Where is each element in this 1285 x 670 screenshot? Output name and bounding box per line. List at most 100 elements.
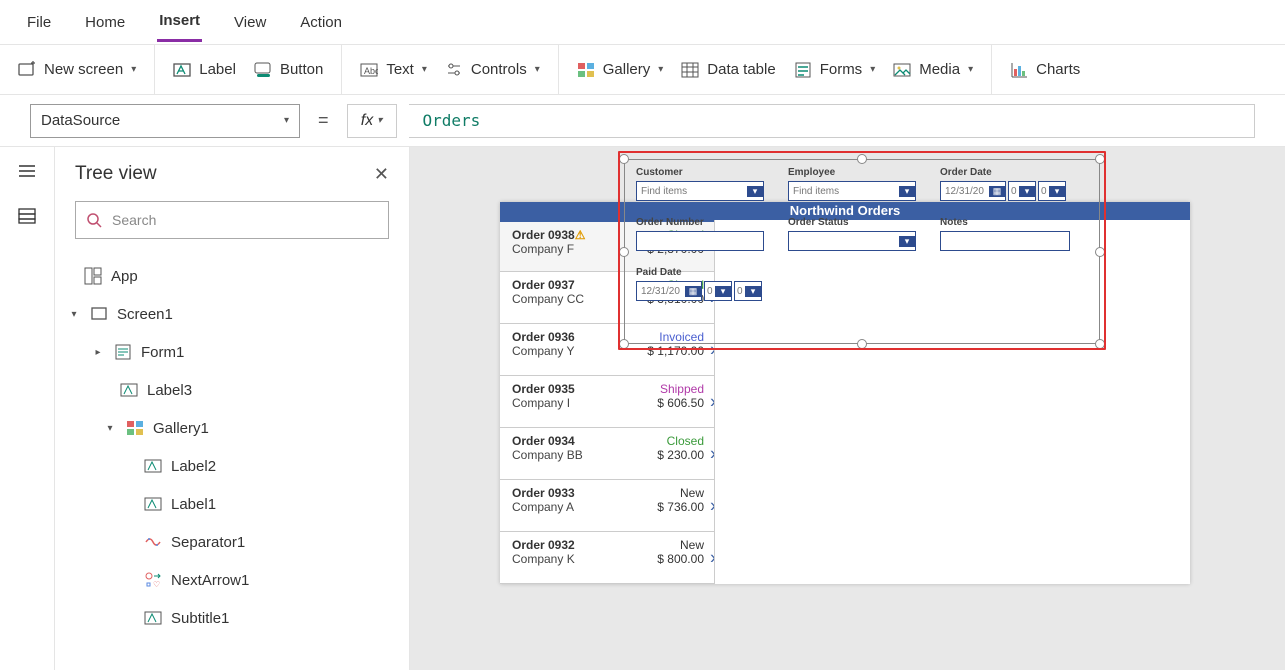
field-label: Paid Date xyxy=(636,267,776,278)
order-status: New xyxy=(680,486,704,500)
text-input[interactable] xyxy=(636,231,764,251)
hour-text[interactable]: 0 xyxy=(1009,186,1019,197)
media-icon xyxy=(893,61,911,79)
tree-node-label3[interactable]: Label3 xyxy=(55,371,409,409)
formula-input[interactable] xyxy=(409,104,1255,138)
chevron-down-icon[interactable]: ▾ xyxy=(899,186,915,197)
charts-dropdown[interactable]: Charts xyxy=(1010,61,1080,79)
date-text[interactable]: 12/31/20 xyxy=(637,286,685,297)
tree-node-subtitle1[interactable]: Subtitle1 xyxy=(55,599,409,637)
tree-node-label2[interactable]: Label2 xyxy=(55,447,409,485)
card-customer[interactable]: Customer Find items▾ xyxy=(636,167,764,201)
tree-label: Separator1 xyxy=(171,534,245,551)
resize-handle[interactable] xyxy=(1095,339,1105,349)
resize-handle[interactable] xyxy=(857,339,867,349)
property-selector[interactable]: DataSource ▾ xyxy=(30,104,300,138)
gallery-dropdown[interactable]: Gallery ▾ xyxy=(577,61,664,79)
calendar-icon[interactable]: ▦ xyxy=(989,186,1005,197)
button-icon xyxy=(254,61,272,79)
company-name: Company CC xyxy=(512,292,584,306)
field-label: Order Status xyxy=(788,217,916,228)
collapse-icon[interactable]: ▾ xyxy=(103,423,117,434)
chevron-down-icon[interactable]: ▾ xyxy=(899,236,915,247)
gallery-item[interactable]: Order 0935ShippedCompany I$ 606.50› xyxy=(500,376,714,428)
menu-insert[interactable]: Insert xyxy=(157,2,202,42)
card-notes[interactable]: Notes xyxy=(940,217,1070,251)
card-paid-date[interactable]: Paid Date 12/31/20▦ 0▾ 0▾ xyxy=(636,267,776,301)
app-icon xyxy=(83,266,103,286)
chevron-down-icon[interactable]: ▾ xyxy=(715,286,731,297)
data-table-icon xyxy=(681,61,699,79)
new-screen-icon xyxy=(18,61,36,79)
field-label: Order Date xyxy=(940,167,1070,178)
card-order-number[interactable]: Order Number xyxy=(636,217,764,251)
button-button[interactable]: Button xyxy=(254,61,323,79)
order-amount: $ 230.00 xyxy=(657,448,704,462)
field-label: Order Number xyxy=(636,217,764,228)
gallery-item[interactable]: Order 0933NewCompany A$ 736.00› xyxy=(500,480,714,532)
minute-text[interactable]: 0 xyxy=(735,286,745,297)
gallery-item[interactable]: Order 0932NewCompany K$ 800.00› xyxy=(500,532,714,584)
order-number: Order 0937 xyxy=(512,278,575,292)
chevron-down-icon[interactable]: ▾ xyxy=(747,186,763,197)
menu-view[interactable]: View xyxy=(232,4,268,41)
menu-file[interactable]: File xyxy=(25,4,53,41)
new-screen-label: New screen xyxy=(44,61,123,78)
resize-handle[interactable] xyxy=(619,247,629,257)
resize-handle[interactable] xyxy=(1095,247,1105,257)
card-order-date[interactable]: Order Date 12/31/20▦ 0▾ 0▾ xyxy=(940,167,1070,201)
tree-node-form1[interactable]: ▸ Form1 xyxy=(55,333,409,371)
forms-dropdown[interactable]: Forms ▾ xyxy=(794,61,876,79)
tree-node-gallery1[interactable]: ▾ Gallery1 xyxy=(55,409,409,447)
svg-text:♡: ♡ xyxy=(153,580,160,589)
chevron-down-icon[interactable]: ▾ xyxy=(1019,186,1035,197)
resize-handle[interactable] xyxy=(619,339,629,349)
field-label: Employee xyxy=(788,167,916,178)
resize-handle[interactable] xyxy=(1095,154,1105,164)
fx-button[interactable]: fx ▾ xyxy=(347,104,397,138)
resize-handle[interactable] xyxy=(619,154,629,164)
data-table-label: Data table xyxy=(707,61,775,78)
card-employee[interactable]: Employee Find items▾ xyxy=(788,167,916,201)
calendar-icon[interactable]: ▦ xyxy=(685,286,701,297)
tree-label: App xyxy=(111,268,138,285)
expand-icon[interactable]: ▸ xyxy=(91,347,105,358)
tree-node-nextarrow1[interactable]: ♡ NextArrow1 xyxy=(55,561,409,599)
chevron-down-icon[interactable]: ▾ xyxy=(1049,186,1065,197)
hour-text[interactable]: 0 xyxy=(705,286,715,297)
minute-text[interactable]: 0 xyxy=(1039,186,1049,197)
combo-text[interactable]: Find items xyxy=(637,186,747,197)
tree-view-icon[interactable] xyxy=(17,206,37,229)
collapse-icon[interactable]: ▾ xyxy=(67,309,81,320)
text-dropdown[interactable]: Abc Text ▾ xyxy=(360,61,427,79)
label-button[interactable]: Label xyxy=(173,61,236,79)
form1-selection[interactable]: Customer Find items▾ Employee Find items… xyxy=(624,159,1100,344)
tree-search-input[interactable]: Search xyxy=(75,201,389,239)
new-screen-button[interactable]: New screen ▾ xyxy=(18,61,136,79)
label-icon xyxy=(119,380,139,400)
tree-node-label1[interactable]: Label1 xyxy=(55,485,409,523)
label-icon xyxy=(173,61,191,79)
close-icon[interactable]: ✕ xyxy=(374,164,389,185)
design-canvas[interactable]: Northwind Orders Order 0938⚠ClosedCompan… xyxy=(410,147,1285,670)
gallery-item[interactable]: Order 0934ClosedCompany BB$ 230.00› xyxy=(500,428,714,480)
order-status: Closed xyxy=(667,434,704,448)
data-table-button[interactable]: Data table xyxy=(681,61,775,79)
chevron-down-icon[interactable]: ▾ xyxy=(745,286,761,297)
date-text[interactable]: 12/31/20 xyxy=(941,186,989,197)
tree-node-screen1[interactable]: ▾ Screen1 xyxy=(55,295,409,333)
tree-node-app[interactable]: App xyxy=(55,257,409,295)
tree-label: Form1 xyxy=(141,344,184,361)
resize-handle[interactable] xyxy=(857,154,867,164)
hamburger-icon[interactable] xyxy=(17,161,37,184)
label-label: Label xyxy=(199,61,236,78)
text-input[interactable] xyxy=(940,231,1070,251)
menu-home[interactable]: Home xyxy=(83,4,127,41)
combo-text[interactable]: Find items xyxy=(789,186,899,197)
tree-node-separator1[interactable]: Separator1 xyxy=(55,523,409,561)
media-dropdown[interactable]: Media ▾ xyxy=(893,61,973,79)
controls-dropdown[interactable]: Controls ▾ xyxy=(445,61,540,79)
menu-action[interactable]: Action xyxy=(298,4,344,41)
chevron-down-icon: ▾ xyxy=(535,64,540,75)
card-order-status[interactable]: Order Status ▾ xyxy=(788,217,916,251)
